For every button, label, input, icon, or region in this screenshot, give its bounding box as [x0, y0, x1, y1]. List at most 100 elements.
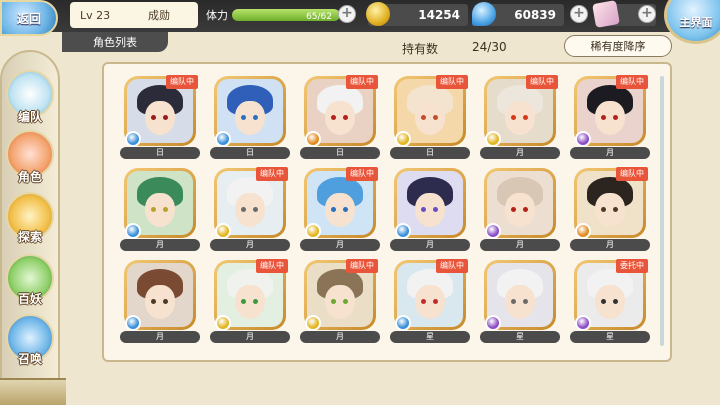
character-eye: [511, 207, 516, 212]
character-card[interactable]: 编队中月: [570, 167, 650, 251]
character-eye: [163, 115, 168, 120]
character-face: [415, 193, 445, 227]
character-face: [595, 101, 625, 135]
gem-icon: [472, 2, 496, 26]
sub-header: 角色列表 持有数 24/30 稀有度降序: [62, 32, 720, 58]
side-item-explore-label: 探索: [17, 230, 42, 244]
character-type-label: 日: [210, 147, 290, 159]
element-icon: [395, 223, 411, 239]
status-badge: 编队中: [436, 75, 468, 89]
gold-coin-icon: [366, 2, 390, 26]
add-tickets-button[interactable]: +: [638, 5, 656, 23]
character-eye: [601, 207, 606, 212]
status-badge: 编队中: [256, 259, 288, 273]
character-eye: [241, 299, 246, 304]
element-icon: [395, 315, 411, 331]
tab-character-list-label: 角色列表: [93, 36, 137, 49]
character-face: [235, 101, 265, 135]
character-card[interactable]: 编队中星: [390, 259, 470, 343]
status-badge: 编队中: [436, 259, 468, 273]
character-eye: [343, 115, 348, 120]
character-face: [595, 285, 625, 319]
character-face: [505, 285, 535, 319]
character-eye: [151, 299, 156, 304]
side-item-formation-label: 编队: [17, 110, 42, 124]
character-eye: [331, 299, 336, 304]
character-eye: [421, 207, 426, 212]
character-eye: [253, 115, 258, 120]
element-icon: [215, 131, 231, 147]
add-gems-button[interactable]: +: [570, 5, 588, 23]
home-label: 主界面: [679, 16, 713, 29]
stamina-value: 65/62: [306, 12, 332, 22]
sort-label: 稀有度降序: [590, 40, 646, 53]
character-card[interactable]: 月: [120, 168, 200, 251]
element-icon: [215, 223, 231, 239]
character-face: [145, 101, 175, 135]
character-card[interactable]: 编队中日: [120, 75, 200, 159]
character-card[interactable]: 月: [120, 260, 200, 343]
character-card[interactable]: 编队中月: [300, 259, 380, 343]
side-item-summon-label: 召唤: [17, 352, 42, 366]
character-card[interactable]: 日: [210, 76, 290, 159]
character-face: [505, 101, 535, 135]
tab-character-list[interactable]: 角色列表: [62, 32, 168, 52]
element-icon: [305, 223, 321, 239]
owned-count-label: 持有数: [402, 42, 439, 56]
character-eye: [163, 207, 168, 212]
character-card[interactable]: 编队中月: [300, 167, 380, 251]
character-card[interactable]: 月: [390, 168, 470, 251]
character-face: [595, 193, 625, 227]
character-eye: [331, 207, 336, 212]
side-item-yokai-book-label: 百妖: [17, 292, 42, 306]
character-eye: [613, 115, 618, 120]
character-card[interactable]: 编队中月: [570, 75, 650, 159]
character-card[interactable]: 编队中月: [210, 259, 290, 343]
back-button[interactable]: 返回: [0, 0, 58, 36]
status-badge: 编队中: [616, 167, 648, 181]
character-face: [415, 285, 445, 319]
character-type-label: 星: [480, 331, 560, 343]
status-badge: 委托中: [616, 259, 648, 273]
sort-button[interactable]: 稀有度降序: [564, 35, 672, 57]
character-face: [325, 193, 355, 227]
character-eye: [421, 115, 426, 120]
character-type-label: 月: [300, 239, 380, 251]
status-badge: 编队中: [346, 75, 378, 89]
character-type-label: 月: [300, 331, 380, 343]
character-type-label: 月: [390, 239, 470, 251]
element-icon: [125, 131, 141, 147]
character-card[interactable]: 月: [480, 168, 560, 251]
character-type-label: 月: [210, 239, 290, 251]
character-card[interactable]: 编队中日: [390, 75, 470, 159]
character-type-label: 日: [300, 147, 380, 159]
character-card[interactable]: 编队中日: [300, 75, 380, 159]
character-card[interactable]: 编队中月: [480, 75, 560, 159]
owned-count-value: 24/30: [472, 40, 507, 54]
character-card[interactable]: 星: [480, 260, 560, 343]
status-badge: 编队中: [346, 259, 378, 273]
element-icon: [305, 131, 321, 147]
character-face: [235, 193, 265, 227]
character-eye: [433, 299, 438, 304]
element-icon: [125, 223, 141, 239]
element-icon: [485, 315, 501, 331]
character-eye: [151, 115, 156, 120]
gold-amount: 14254: [418, 8, 460, 22]
add-stamina-button[interactable]: +: [338, 5, 356, 23]
element-icon: [305, 315, 321, 331]
element-icon: [575, 223, 591, 239]
character-type-label: 日: [120, 147, 200, 159]
side-item-character-label: 角色: [17, 170, 42, 184]
character-type-label: 月: [210, 331, 290, 343]
ticket-icon: [592, 0, 620, 28]
character-card[interactable]: 编队中月: [210, 167, 290, 251]
character-type-label: 星: [570, 331, 650, 343]
character-eye: [601, 299, 606, 304]
character-face: [325, 285, 355, 319]
character-eye: [253, 299, 258, 304]
roster-scrollbar[interactable]: [660, 76, 664, 346]
status-badge: 编队中: [166, 75, 198, 89]
character-card[interactable]: 委托中星: [570, 259, 650, 343]
character-face: [505, 193, 535, 227]
